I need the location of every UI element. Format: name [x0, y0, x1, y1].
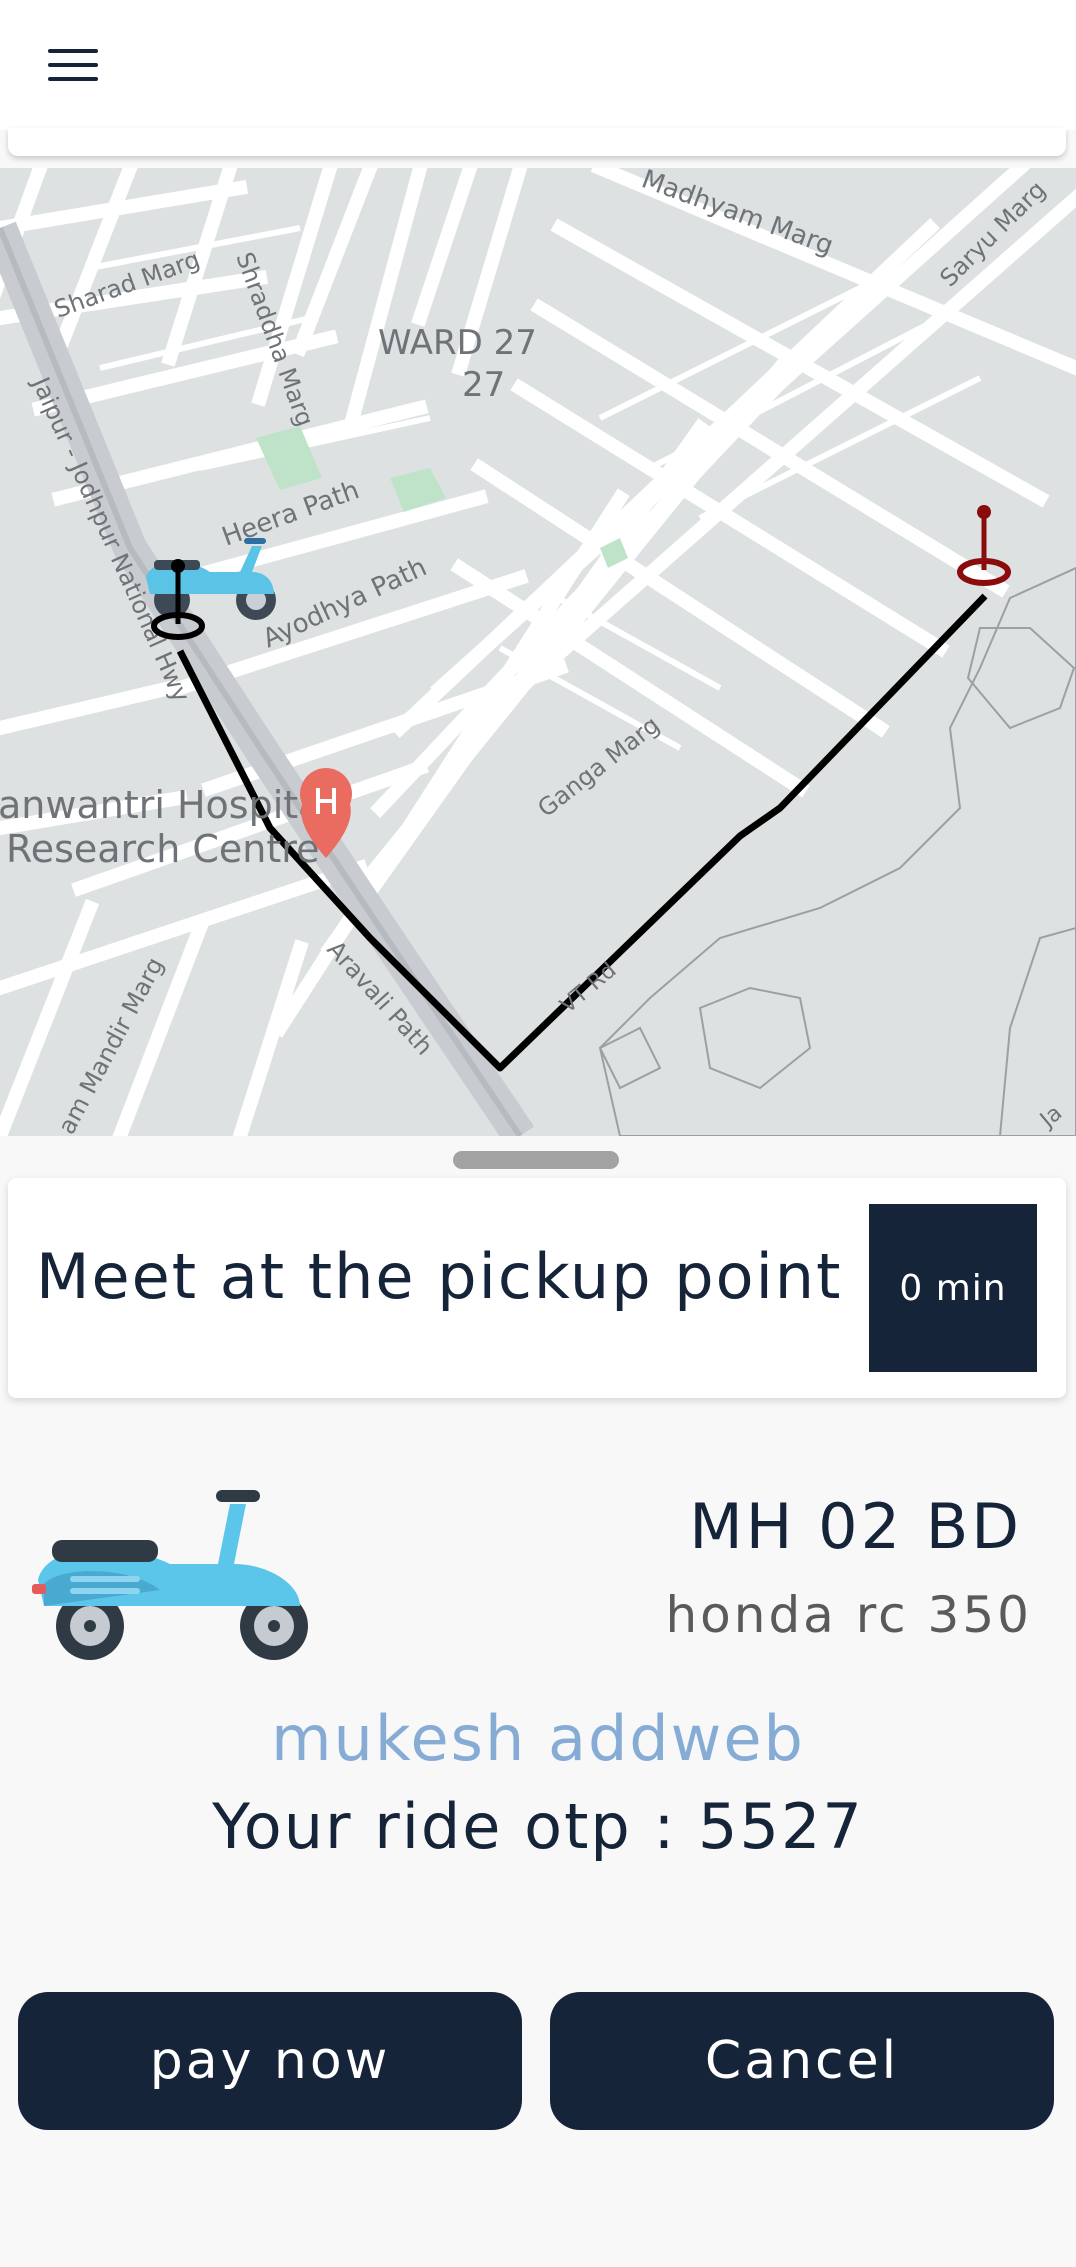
eta-badge: 0 min [869, 1204, 1037, 1372]
map-canvas[interactable]: Madhyam Marg Saryu Marg Sharad Marg Shra… [0, 168, 1076, 1136]
map-label-hospital-line1: anwantri Hospital [0, 783, 332, 827]
map-label-ward: WARD 27 [378, 323, 537, 363]
vehicle-plate: MH 02 BD [689, 1490, 1022, 1563]
bottom-sheet-handle[interactable] [453, 1151, 619, 1169]
scooter-icon [32, 1490, 308, 1660]
app-header [0, 0, 1076, 130]
driver-name: mukesh addweb [271, 1702, 805, 1775]
ride-otp: Your ride otp : 5527 [0, 1790, 1076, 1863]
map-label-ward-number: 27 [462, 365, 505, 405]
header-shadow-strip [8, 128, 1066, 156]
ride-otp-value: 5527 [698, 1790, 864, 1863]
hamburger-menu-icon[interactable] [38, 38, 108, 92]
ride-otp-label: Your ride otp : [212, 1790, 699, 1863]
pay-now-button[interactable]: pay now [18, 1992, 522, 2130]
vehicle-model: honda rc 350 [665, 1586, 1032, 1644]
pickup-message: Meet at the pickup point [36, 1240, 843, 1313]
ride-map[interactable]: Madhyam Marg Saryu Marg Sharad Marg Shra… [0, 168, 1076, 1136]
cancel-button[interactable]: Cancel [550, 1992, 1054, 2130]
map-label-hospital-line2: Research Centre [6, 827, 319, 871]
pickup-status-card: Meet at the pickup point 0 min [8, 1178, 1066, 1398]
